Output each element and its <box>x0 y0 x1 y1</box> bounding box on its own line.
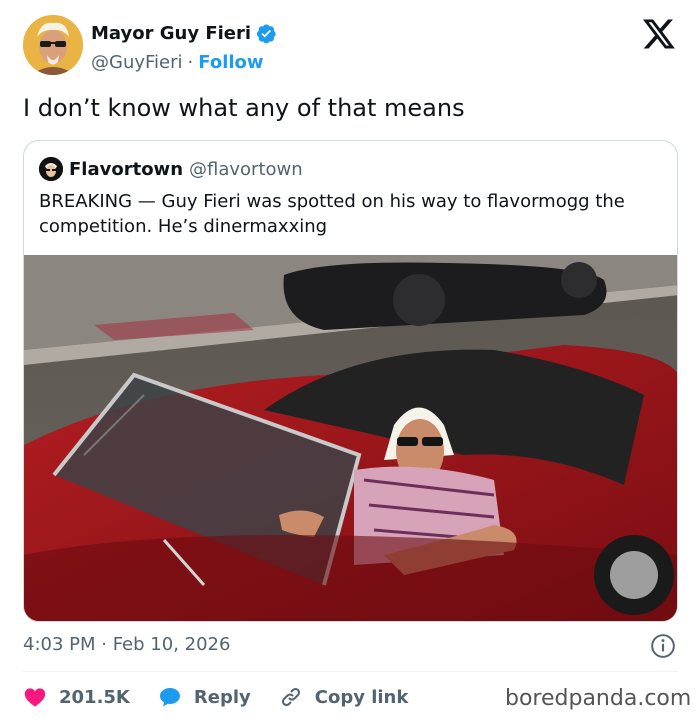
heart-icon <box>24 688 46 707</box>
info-icon[interactable] <box>650 633 676 659</box>
quoted-tweet-text: BREAKING — Guy Fieri was spotted on his … <box>39 191 625 237</box>
quoted-tweet-card[interactable]: Flavortown @flavortown BREAKING — Guy Fi… <box>23 140 678 622</box>
reply-button[interactable]: Reply <box>158 685 251 709</box>
like-count: 201.5K <box>59 686 130 708</box>
quoted-author-name[interactable]: Flavortown <box>69 159 183 180</box>
author-handle[interactable]: @GuyFieri <box>91 52 183 73</box>
copy-link-button[interactable]: Copy link <box>279 685 409 709</box>
verified-badge-icon <box>256 24 276 43</box>
tweet-timestamp[interactable]: 4:03 PM · Feb 10, 2026 <box>23 632 230 658</box>
like-button[interactable]: 201.5K <box>23 685 130 709</box>
author-block: Mayor Guy Fieri @GuyFieri · Follow <box>91 20 277 74</box>
link-icon <box>281 687 300 707</box>
author-name[interactable]: Mayor Guy Fieri <box>91 23 251 44</box>
quoted-tweet-photo[interactable] <box>24 255 677 621</box>
copy-link-label: Copy link <box>314 686 409 708</box>
x-logo-icon[interactable] <box>640 18 678 50</box>
action-bar: 201.5K Reply Copy link <box>23 684 436 710</box>
follow-button[interactable]: Follow <box>198 52 263 73</box>
quoted-avatar[interactable] <box>39 157 63 181</box>
separator-dot: · <box>187 51 194 73</box>
reply-bubble-icon <box>159 688 180 707</box>
author-avatar[interactable] <box>23 15 83 75</box>
quoted-author-handle[interactable]: @flavortown <box>189 159 303 180</box>
reply-label: Reply <box>193 686 251 708</box>
divider <box>23 671 678 672</box>
quoted-tweet-header: Flavortown @flavortown <box>39 157 303 181</box>
watermark: boredpanda.com <box>505 686 692 711</box>
tweet-text: I don’t know what any of that means <box>23 94 465 122</box>
